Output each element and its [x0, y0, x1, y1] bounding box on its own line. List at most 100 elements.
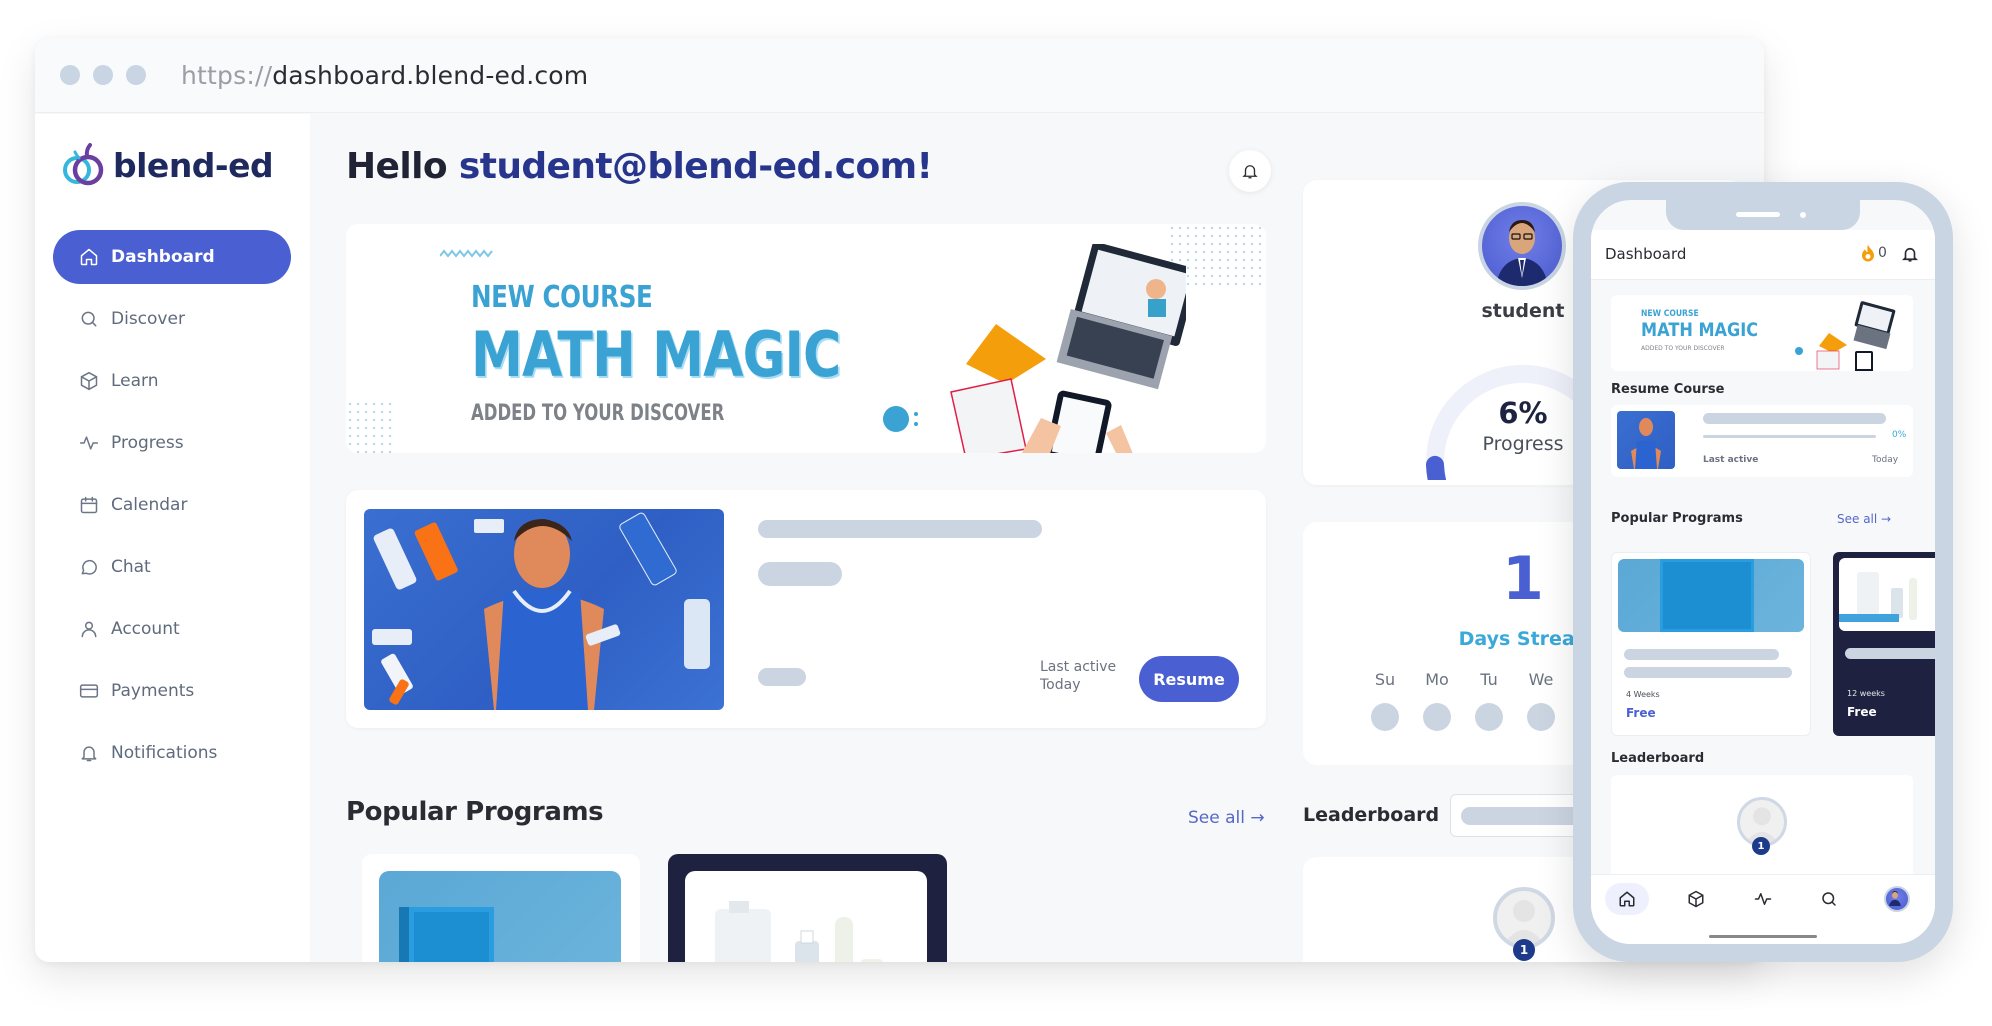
- phone-resume-title: Resume Course: [1611, 382, 1725, 397]
- phone-mockup: Dashboard 0 NEW COURSE MATH MAGIC ADDED …: [1573, 182, 1953, 962]
- user-avatar-small: [1884, 886, 1910, 912]
- brand-name: blend-ed: [113, 145, 274, 185]
- search-icon: [1822, 892, 1836, 906]
- course-thumbnail[interactable]: [364, 509, 724, 710]
- banner-kicker: NEW COURSE: [1641, 309, 1699, 319]
- day-label: Mo: [1425, 670, 1449, 689]
- phone-screen: Dashboard 0 NEW COURSE MATH MAGIC ADDED …: [1591, 200, 1935, 944]
- phone-nav-learn[interactable]: [1674, 883, 1718, 915]
- sidebar-item-learn[interactable]: Learn: [53, 354, 291, 408]
- rank-badge: 1: [1513, 939, 1535, 961]
- see-all-programs-link[interactable]: See all →: [1188, 808, 1265, 828]
- phone-notch: [1666, 200, 1860, 230]
- phone-leaderboard-title: Leaderboard: [1611, 751, 1705, 766]
- user-avatar[interactable]: [1478, 202, 1566, 290]
- program-card[interactable]: [362, 854, 640, 962]
- course-meta-skeleton: [758, 562, 842, 586]
- program-thumbnail: [379, 871, 621, 962]
- banner-title: MATH MAGIC: [471, 318, 841, 391]
- course-title-skeleton: [1703, 413, 1886, 424]
- phone-banner[interactable]: NEW COURSE MATH MAGIC ADDED TO YOUR DISC…: [1611, 295, 1913, 371]
- streak-day: We: [1515, 670, 1567, 731]
- course-title-skeleton: [758, 520, 1042, 538]
- url-host: dashboard.blend-ed.com: [272, 60, 589, 90]
- greeting-prefix: Hello: [346, 146, 459, 187]
- last-active-value: Today: [1040, 677, 1081, 693]
- activity-icon: [79, 436, 99, 450]
- user-photo-icon: [1496, 220, 1548, 286]
- sidebar-item-label: Progress: [111, 433, 184, 453]
- sidebar-item-progress[interactable]: Progress: [53, 416, 291, 470]
- streak-indicator[interactable]: 0: [1861, 244, 1887, 262]
- url-protocol: https://: [181, 60, 273, 90]
- dot-pattern-decoration: [346, 400, 396, 453]
- phone-title: Dashboard: [1605, 245, 1687, 263]
- program-thumbnail: [1839, 558, 1935, 631]
- phone-program-card[interactable]: 4 Weeks Free: [1611, 552, 1811, 736]
- activity-icon: [1754, 893, 1772, 905]
- address-bar[interactable]: https://dashboard.blend-ed.com: [181, 61, 588, 90]
- sidebar-item-account[interactable]: Account: [53, 602, 291, 656]
- cube-icon: [80, 371, 98, 391]
- window-dot-close[interactable]: [60, 65, 80, 85]
- bell-icon: [81, 746, 97, 762]
- rank-badge: 1: [1752, 837, 1770, 855]
- new-course-banner[interactable]: NEW COURSE MATH MAGIC ADDED TO YOUR DISC…: [346, 224, 1266, 453]
- user-photo-icon: [1889, 891, 1901, 906]
- gauge-fill: [1426, 455, 1447, 480]
- flame-icon: [1862, 245, 1874, 262]
- day-indicator: [1527, 703, 1555, 731]
- sidebar-item-discover[interactable]: Discover: [53, 292, 291, 346]
- phone-header: Dashboard 0: [1591, 230, 1935, 280]
- phone-nav-home[interactable]: [1605, 883, 1649, 915]
- main-content: Hello student@blend-ed.com! NEW COURSE M…: [310, 114, 1764, 962]
- sidebar-item-label: Calendar: [111, 495, 188, 515]
- phone-nav-discover[interactable]: [1807, 883, 1851, 915]
- notifications-button[interactable]: [1229, 150, 1271, 192]
- window-dot-minimize[interactable]: [93, 65, 113, 85]
- sidebar-item-calendar[interactable]: Calendar: [53, 478, 291, 532]
- banner-title: MATH MAGIC: [1641, 319, 1759, 341]
- window-dot-maximize[interactable]: [126, 65, 146, 85]
- program-thumbnail: [1618, 559, 1804, 632]
- home-icon: [80, 248, 98, 266]
- athlete-illustration-icon: [1631, 418, 1661, 469]
- resume-button[interactable]: Resume: [1139, 656, 1239, 702]
- bell-icon[interactable]: [1901, 244, 1919, 264]
- credit-card-icon: [79, 684, 99, 698]
- brand-logo[interactable]: blend-ed: [61, 140, 274, 190]
- calendar-icon: [80, 496, 98, 514]
- program-title-skeleton: [1624, 649, 1779, 660]
- sidebar-item-dashboard[interactable]: Dashboard: [53, 230, 291, 284]
- sidebar-item-payments[interactable]: Payments: [53, 664, 291, 718]
- cube-icon: [1688, 890, 1704, 908]
- leaderboard-title: Leaderboard: [1303, 804, 1440, 826]
- day-indicator: [1371, 703, 1399, 731]
- sidebar-item-label: Payments: [111, 681, 195, 701]
- sidebar-item-chat[interactable]: Chat: [53, 540, 291, 594]
- phone-resume-card[interactable]: 0% Last active Today: [1611, 405, 1913, 477]
- program-price: Free: [1626, 706, 1656, 720]
- program-price: Free: [1847, 705, 1877, 719]
- program-duration: 12 weeks: [1847, 689, 1885, 698]
- study-illustration-icon: [883, 244, 1186, 453]
- phone-program-card[interactable]: 12 weeks Free: [1833, 552, 1935, 736]
- sidebar-item-notifications[interactable]: Notifications: [53, 726, 291, 780]
- phone-nav-profile[interactable]: [1875, 883, 1919, 915]
- phone-see-all-link[interactable]: See all →: [1837, 512, 1891, 526]
- lab-bottles-illustration-icon: [715, 901, 883, 962]
- lab-bottles-illustration-icon: [1839, 572, 1917, 622]
- wave-decoration-icon: [440, 249, 493, 258]
- program-card[interactable]: [668, 854, 947, 962]
- day-indicator: [1475, 703, 1503, 731]
- athlete-illustration-icon: [372, 512, 710, 710]
- last-active-label: Last active: [1040, 659, 1117, 675]
- search-icon: [81, 311, 97, 327]
- greeting-email: student@blend-ed.com!: [458, 146, 933, 187]
- sidebar-item-label: Learn: [111, 371, 159, 391]
- phone-bottom-nav: [1591, 874, 1935, 944]
- streak-count: 0: [1878, 245, 1887, 261]
- speaker-bar: [1736, 212, 1780, 217]
- day-indicator: [1423, 703, 1451, 731]
- phone-nav-progress[interactable]: [1741, 883, 1785, 915]
